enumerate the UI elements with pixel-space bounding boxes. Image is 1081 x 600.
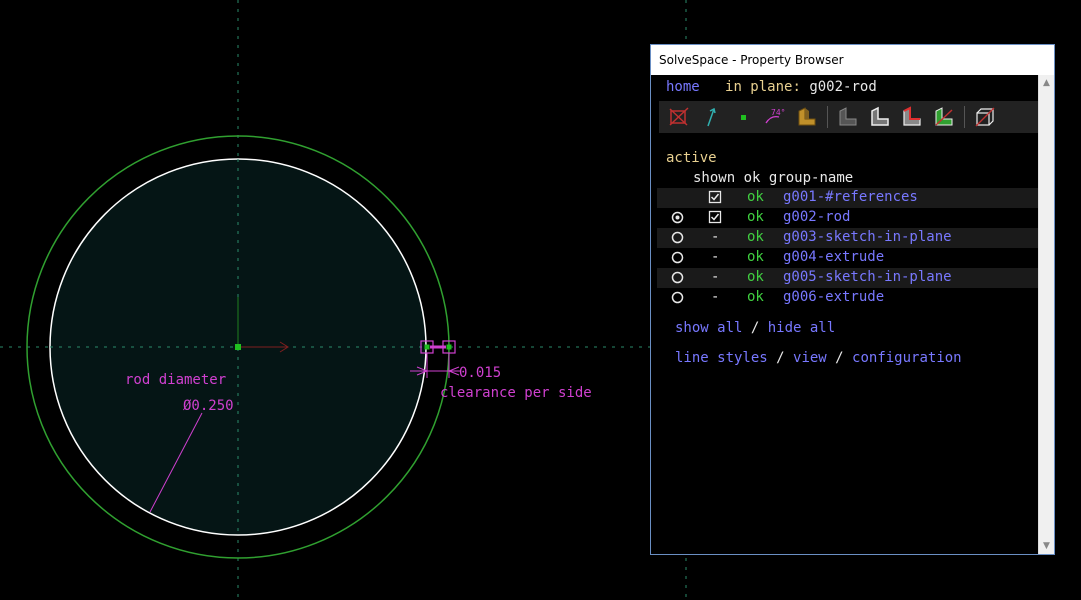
radio-icon[interactable] [671, 231, 684, 244]
shown-toggle[interactable]: - [711, 249, 719, 265]
shown-toggle[interactable]: - [711, 269, 719, 285]
hide-all-link[interactable]: hide all [768, 320, 835, 336]
group-ok-status: ok [747, 189, 764, 205]
bottom-links: line styles / view / configuration [675, 350, 962, 366]
group-ok-status: ok [747, 289, 764, 305]
workplane-hidden-icon[interactable] [667, 105, 691, 129]
col-ok: ok [743, 170, 761, 186]
group-name-link[interactable]: g004-extrude [783, 249, 884, 265]
vertical-scrollbar[interactable]: ▲ ▼ [1038, 75, 1054, 554]
diameter-value[interactable]: Ø0.250 [183, 398, 234, 414]
display-toolbar: 74° [659, 101, 1039, 133]
nav-line: home in plane: g002-rod [666, 79, 877, 95]
outer-edge-point-core [446, 344, 452, 350]
view-link[interactable]: view [793, 350, 827, 366]
solid-green-icon[interactable] [932, 105, 956, 129]
normal-arrow-icon[interactable] [699, 105, 723, 129]
shown-toggle[interactable]: - [711, 289, 719, 305]
col-shown: shown [693, 170, 736, 186]
group-row[interactable]: - ok g003-sketch-in-plane [657, 228, 1038, 248]
col-group-name: group-name [768, 170, 854, 186]
group-ok-status: ok [747, 249, 764, 265]
point-icon[interactable] [731, 105, 755, 129]
group-row[interactable]: - ok g006-extrude [657, 288, 1038, 308]
active-radio-icon[interactable] [671, 211, 684, 224]
group-row[interactable]: - ok g004-extrude [657, 248, 1038, 268]
slash: / [742, 320, 768, 336]
in-plane-prefix: in plane: [725, 79, 801, 95]
group-ok-status: ok [747, 229, 764, 245]
group-name-link[interactable]: g006-extrude [783, 289, 884, 305]
line-styles-link[interactable]: line styles [675, 350, 768, 366]
solid-outline-icon[interactable] [868, 105, 892, 129]
group-column-headers: shown ok group-name [693, 170, 853, 186]
inner-edge-point-core [424, 344, 430, 350]
radio-icon[interactable] [671, 271, 684, 284]
group-name-link[interactable]: g005-sketch-in-plane [783, 269, 952, 285]
angle-icon-label: 74° [771, 108, 785, 117]
shown-toggle[interactable]: - [711, 229, 719, 245]
window-title: SolveSpace - Property Browser [659, 53, 844, 67]
shown-checkbox-icon[interactable] [708, 190, 722, 204]
group-name-link[interactable]: g003-sketch-in-plane [783, 229, 952, 245]
wireframe-box-icon[interactable] [973, 105, 997, 129]
group-name-link[interactable]: g002-rod [783, 209, 850, 225]
group-row[interactable]: ok g002-rod [657, 208, 1038, 228]
toolbar-separator-2 [964, 106, 965, 128]
window-titlebar[interactable]: SolveSpace - Property Browser [651, 45, 1054, 75]
group-row[interactable]: - ok g005-sketch-in-plane [657, 268, 1038, 288]
clearance-value[interactable]: 0.015 [459, 365, 501, 381]
show-all-link[interactable]: show all [675, 320, 742, 336]
active-header: active [666, 150, 717, 166]
radio-icon[interactable] [671, 291, 684, 304]
angle-constraint-icon[interactable]: 74° [763, 105, 787, 129]
rod-diameter-comment[interactable]: rod diameter [125, 372, 226, 388]
radio-icon[interactable] [671, 251, 684, 264]
slash: / [826, 350, 853, 366]
scroll-up-arrow-icon[interactable]: ▲ [1039, 75, 1054, 91]
property-browser-window[interactable]: SolveSpace - Property Browser home in pl… [650, 44, 1055, 555]
configuration-link[interactable]: configuration [852, 350, 962, 366]
group-ok-status: ok [747, 269, 764, 285]
clearance-comment[interactable]: clearance per side [440, 385, 592, 401]
in-plane-value: g002-rod [809, 79, 877, 95]
solid-red-edges-icon[interactable] [900, 105, 924, 129]
origin-point[interactable] [235, 344, 241, 350]
slash: / [767, 350, 794, 366]
shown-checkbox-icon[interactable] [708, 210, 722, 224]
property-browser-content: home in plane: g002-rod 74° active shown… [651, 75, 1039, 554]
show-hide-links: show all / hide all [675, 320, 835, 336]
group-name-link[interactable]: g001-#references [783, 189, 918, 205]
group-row[interactable]: ok g001-#references [657, 188, 1038, 208]
home-link[interactable]: home [666, 79, 700, 95]
toolbar-separator [827, 106, 828, 128]
group-ok-status: ok [747, 209, 764, 225]
shaded-solid-icon[interactable] [795, 105, 819, 129]
scroll-down-arrow-icon[interactable]: ▼ [1039, 538, 1054, 554]
solid-dark-icon[interactable] [836, 105, 860, 129]
group-list: ok g001-#references ok g002-rod - ok g003-sket… [657, 188, 1038, 308]
